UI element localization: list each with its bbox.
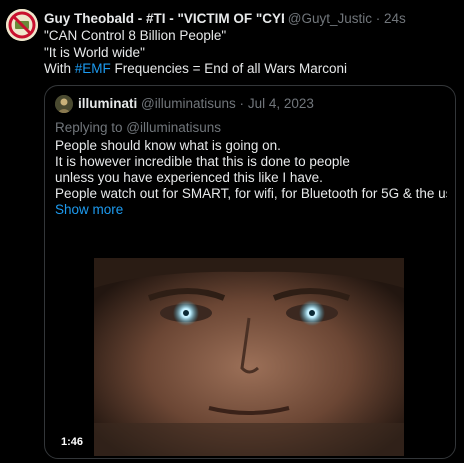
author-avatar[interactable] [6, 9, 38, 41]
tweet-text-line: "CAN Control 8 Billion People" [44, 28, 227, 43]
separator-dot: · [375, 11, 381, 26]
video-player[interactable] [94, 258, 404, 456]
hashtag-link[interactable]: #EMF [75, 61, 111, 76]
video-duration-badge: 1:46 [57, 435, 88, 449]
tweet-header: Guy Theobald - #TI - "VICTIM OF "CYBER-T… [44, 10, 458, 28]
show-more-link[interactable]: Show more [55, 202, 123, 217]
tweet-text-line: "It is World wide" [44, 44, 145, 60]
quoted-author-avatar[interactable] [55, 95, 73, 114]
quoted-text-line: People watch out for SMART, for wifi, fo… [55, 186, 447, 201]
tweet-text-line: With #EMF Frequencies = End of all Wars … [44, 61, 456, 78]
separator-dot: · [239, 96, 245, 111]
quoted-author-name[interactable]: illuminati [78, 96, 137, 111]
quoted-author-handle[interactable]: @illuminatisuns [141, 96, 236, 111]
quoted-text-line: People should know what is going on. [55, 138, 281, 153]
quoted-tweet-text: People should know what is going on. It … [55, 138, 447, 202]
author-handle[interactable]: @Guyt_Justic [288, 11, 372, 26]
quoted-tweet-card[interactable]: illuminati @illuminatisuns · Jul 4, 2023… [44, 85, 456, 459]
video-thumbnail [94, 258, 404, 456]
tweet-text: "CAN Control 8 Billion People" "It is Wo… [44, 28, 456, 78]
no-symbol-avatar-icon [6, 9, 38, 41]
quoted-tweet-date[interactable]: Jul 4, 2023 [248, 96, 314, 111]
author-name[interactable]: Guy Theobald - #TI - "VICTIM OF "CYBER-T… [44, 10, 284, 28]
quoted-text-line: It is however incredible that this is do… [55, 154, 350, 169]
tweet-timestamp[interactable]: 24s [384, 11, 406, 26]
quoted-text-line: unless you have experienced this like I … [55, 170, 323, 185]
tweet-text-segment: With [44, 61, 75, 76]
replying-to[interactable]: Replying to @illuminatisuns [55, 120, 221, 135]
quoted-tweet-header: illuminati @illuminatisuns · Jul 4, 2023 [55, 94, 314, 114]
tweet-text-segment: Frequencies = End of all Wars Marconi [110, 61, 348, 76]
profile-avatar-icon [55, 95, 73, 114]
